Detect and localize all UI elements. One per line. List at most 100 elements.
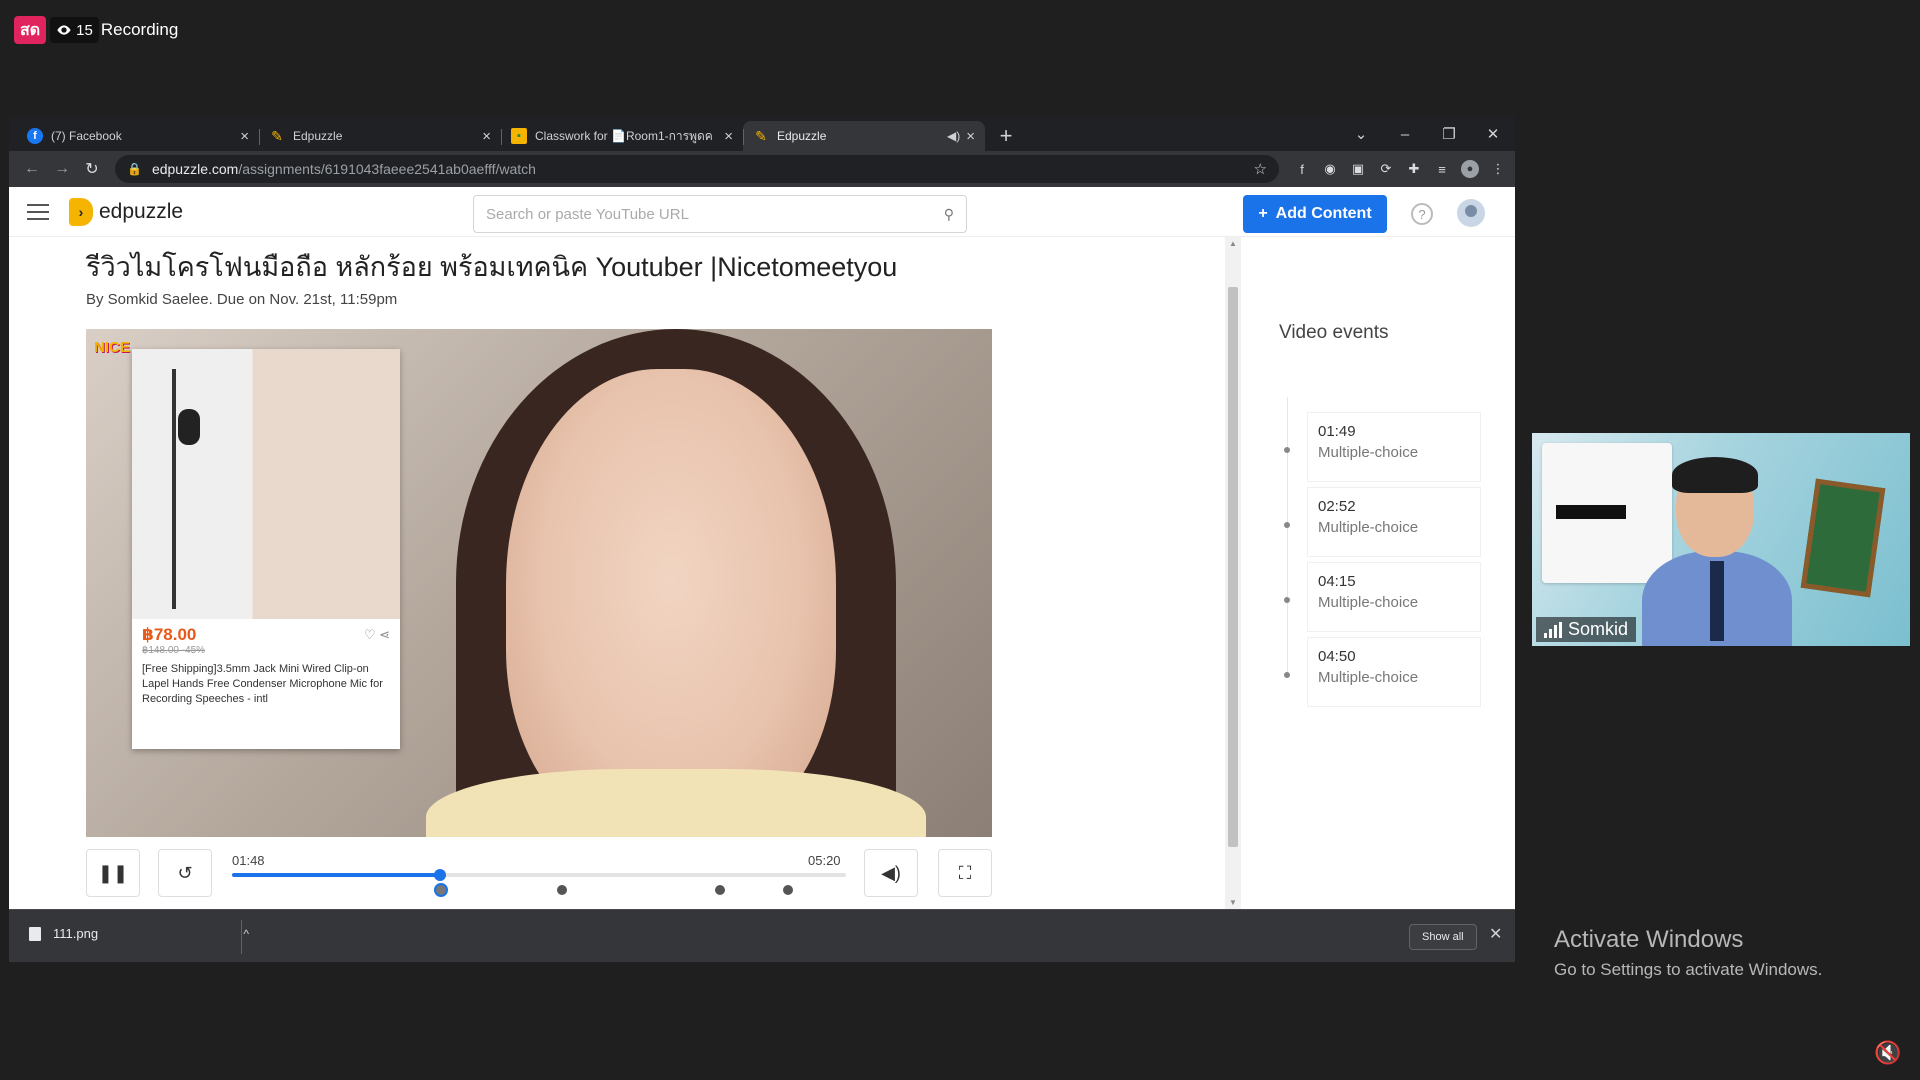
question-marker[interactable] xyxy=(715,885,726,895)
puzzle-icon[interactable]: ✚ xyxy=(1405,160,1423,178)
background-chalkboard xyxy=(1800,478,1886,598)
file-icon xyxy=(29,926,41,941)
menu-kebab-icon[interactable]: ⋮ xyxy=(1489,160,1507,178)
forward-icon[interactable]: → xyxy=(47,160,77,178)
question-marker[interactable] xyxy=(433,883,448,897)
tab-edpuzzle-1[interactable]: ✎ Edpuzzle × xyxy=(259,121,501,151)
extensions-bar: f ◉ ▣ ⟳ ✚ ≡ ● ⋮ xyxy=(1293,160,1507,178)
participant-name-tag: Somkid xyxy=(1536,617,1637,642)
tab-search-icon[interactable]: ⌄ xyxy=(1339,125,1383,143)
restore-icon[interactable]: ❐ xyxy=(1427,125,1471,143)
event-time: 01:49 xyxy=(1318,423,1356,440)
assignment-byline: By Somkid Saelee. Due on Nov. 21st, 11:5… xyxy=(86,291,398,308)
new-tab-button[interactable]: + xyxy=(991,121,1021,151)
video-player[interactable]: NICE ฿78.00 ฿148.00 -45% [Free Shipping]… xyxy=(86,329,992,837)
bookmark-star-icon[interactable]: ☆ xyxy=(1254,160,1267,178)
product-old-price: ฿148.00 -45% xyxy=(142,645,206,656)
close-icon[interactable]: × xyxy=(482,128,491,145)
scroll-up-icon[interactable]: ▲ xyxy=(1229,239,1237,248)
progress-track[interactable] xyxy=(232,869,846,897)
speaker-icon[interactable]: ◀) xyxy=(947,129,960,143)
search-input[interactable]: Search or paste YouTube URL ⚲ xyxy=(473,195,967,233)
profile-avatar-icon[interactable]: ● xyxy=(1461,160,1479,178)
close-icon[interactable]: × xyxy=(724,128,733,145)
hamburger-menu-icon[interactable] xyxy=(27,203,49,220)
progress-knob[interactable] xyxy=(433,869,446,881)
volume-icon: ◀) xyxy=(881,862,901,883)
page-scrollbar[interactable]: ▲ ▼ xyxy=(1225,237,1241,909)
eye-icon xyxy=(57,25,71,35)
chevron-up-icon[interactable]: ^ xyxy=(243,927,249,941)
pause-icon: ❚❚ xyxy=(97,862,129,883)
mic-cord xyxy=(172,369,176,609)
rewind-icon: ↺ xyxy=(177,862,193,883)
event-type: Multiple-choice xyxy=(1318,594,1419,611)
activate-title: Activate Windows xyxy=(1554,926,1744,953)
user-avatar[interactable] xyxy=(1457,199,1485,227)
current-time: 01:48 xyxy=(232,853,265,868)
pause-button[interactable]: ❚❚ xyxy=(86,849,140,897)
viewer-count-value: 15 xyxy=(76,21,93,39)
product-card: ฿78.00 ฿148.00 -45% [Free Shipping]3.5mm… xyxy=(132,349,400,749)
add-content-label: Add Content xyxy=(1275,205,1372,222)
tab-edpuzzle-active[interactable]: ✎ Edpuzzle ◀) × xyxy=(743,121,985,151)
windows-activation-watermark: Activate Windows Go to Settings to activ… xyxy=(1554,926,1822,980)
sync-extension-icon[interactable]: ⟳ xyxy=(1377,160,1395,178)
window-close-icon[interactable]: ✕ xyxy=(1471,125,1515,143)
scrollbar-thumb[interactable] xyxy=(1228,287,1238,847)
player-controls: ❚❚ ↺ 01:48 05:20 ◀) ⛶ xyxy=(86,849,992,899)
browser-window: f (7) Facebook × ✎ Edpuzzle × ▪ Classwor… xyxy=(9,117,1515,962)
reading-list-icon[interactable]: ≡ xyxy=(1433,160,1451,178)
edpuzzle-logo[interactable]: › edpuzzle xyxy=(69,197,184,226)
download-file-name: 111.png xyxy=(53,926,99,941)
google-classroom-icon: ▪ xyxy=(511,128,527,144)
product-image xyxy=(132,349,400,619)
event-item[interactable]: 04:15 Multiple-choice xyxy=(1307,562,1481,632)
rewind-button[interactable]: ↺ xyxy=(158,849,212,897)
help-icon[interactable]: ? xyxy=(1411,203,1433,225)
download-item[interactable]: 111.png ^ xyxy=(29,926,249,941)
scroll-down-icon[interactable]: ▼ xyxy=(1229,898,1237,907)
question-marker[interactable] xyxy=(556,885,567,895)
event-type: Multiple-choice xyxy=(1318,519,1419,536)
minimize-icon[interactable]: – xyxy=(1383,126,1427,143)
search-icon[interactable]: ⚲ xyxy=(944,206,954,223)
channel-logo: NICE xyxy=(94,339,130,356)
event-time: 02:52 xyxy=(1318,498,1356,515)
video-events-title: Video events xyxy=(1279,322,1389,343)
facebook-icon: f xyxy=(27,128,43,144)
plus-icon: + xyxy=(1258,205,1268,222)
event-dot xyxy=(1284,522,1290,528)
muted-speaker-icon[interactable]: 🔇 xyxy=(1874,1040,1901,1066)
close-icon[interactable]: × xyxy=(240,128,249,145)
address-bar[interactable]: 🔒 edpuzzle.com /assignments/6191043faeee… xyxy=(115,155,1279,183)
close-icon[interactable]: × xyxy=(966,128,975,145)
reload-icon[interactable]: ↻ xyxy=(77,159,107,179)
event-item[interactable]: 01:49 Multiple-choice xyxy=(1307,412,1481,482)
back-icon[interactable]: ← xyxy=(17,160,47,178)
extension-icon[interactable]: ◉ xyxy=(1321,160,1339,178)
browser-toolbar: ← → ↻ 🔒 edpuzzle.com /assignments/619104… xyxy=(9,151,1515,187)
live-badge: สด 15 Recording xyxy=(14,16,178,44)
question-marker[interactable] xyxy=(783,885,794,895)
downloads-bar: 111.png ^ Show all ✕ xyxy=(9,909,1515,962)
tab-facebook[interactable]: f (7) Facebook × xyxy=(17,121,259,151)
event-item[interactable]: 04:50 Multiple-choice xyxy=(1307,637,1481,707)
add-content-button[interactable]: + Add Content xyxy=(1243,195,1387,233)
volume-button[interactable]: ◀) xyxy=(864,849,918,897)
logo-text: edpuzzle xyxy=(99,199,184,223)
fullscreen-button[interactable]: ⛶ xyxy=(938,849,992,897)
video-shirt xyxy=(426,769,926,837)
show-all-button[interactable]: Show all xyxy=(1409,924,1477,950)
viewer-count: 15 xyxy=(50,17,99,43)
facebook-extension-icon[interactable]: f xyxy=(1293,160,1311,178)
event-item[interactable]: 02:52 Multiple-choice xyxy=(1307,487,1481,557)
event-type: Multiple-choice xyxy=(1318,444,1419,461)
event-type: Multiple-choice xyxy=(1318,669,1419,686)
close-downloads-icon[interactable]: ✕ xyxy=(1489,924,1502,944)
recording-text: Recording xyxy=(100,20,179,39)
heart-icon: ♡ ⋖ xyxy=(363,627,390,642)
window-controls: ⌄ – ❐ ✕ xyxy=(1339,117,1515,151)
screenshot-extension-icon[interactable]: ▣ xyxy=(1349,160,1367,178)
tab-classwork[interactable]: ▪ Classwork for 📄Room1-การพูดค × xyxy=(501,121,743,151)
